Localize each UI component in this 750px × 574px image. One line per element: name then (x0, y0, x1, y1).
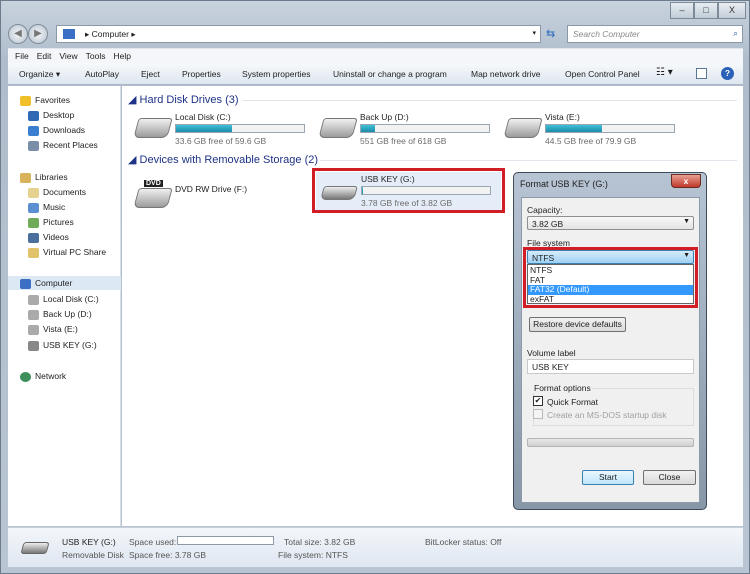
breadcrumb-computer[interactable]: Computer (92, 29, 129, 39)
search-input[interactable]: Search Computer ⌕ (567, 25, 743, 43)
hard-drive-icon (503, 118, 543, 138)
usage-bar (360, 124, 490, 133)
menu-view[interactable]: View (58, 49, 78, 64)
address-bar[interactable]: ▸ Computer ▸ ▾ (56, 25, 541, 43)
group-removable-storage[interactable]: ◢ Devices with Removable Storage (2) (128, 153, 318, 166)
documents-icon (28, 187, 39, 198)
highlight-box (312, 168, 505, 213)
usage-bar (175, 124, 305, 133)
group-hard-disk-drives[interactable]: ◢ Hard Disk Drives (3) (128, 93, 239, 106)
nav-libraries[interactable]: Libraries (20, 170, 132, 184)
usage-bar (545, 124, 675, 133)
preview-pane-icon[interactable] (696, 68, 707, 79)
autoplay-button[interactable]: AutoPlay (85, 69, 119, 79)
network-icon (20, 371, 31, 382)
nav-favorites[interactable]: Favorites (20, 93, 132, 107)
minimize-button[interactable]: – (670, 2, 694, 19)
computer-icon (20, 278, 31, 289)
menu-tools[interactable]: Tools (85, 49, 107, 64)
eject-button[interactable]: Eject (141, 69, 160, 79)
music-icon (28, 202, 39, 213)
nav-computer[interactable]: Computer (8, 276, 121, 290)
nav-network[interactable]: Network (20, 369, 132, 383)
drive-icon (28, 309, 39, 320)
usb-drive-icon (20, 542, 50, 554)
msdos-startup-checkbox[interactable] (533, 409, 543, 419)
drive-icon (28, 294, 39, 305)
divider (242, 100, 737, 101)
menu-file[interactable]: File (14, 49, 30, 64)
computer-icon (63, 29, 75, 39)
recent-places-icon (28, 140, 39, 151)
folder-icon (28, 247, 39, 258)
view-options-icon[interactable]: ☷ ▾ (656, 67, 673, 78)
usb-drive-icon (28, 340, 39, 351)
menu-edit[interactable]: Edit (36, 49, 53, 64)
libraries-icon (20, 172, 31, 183)
back-button[interactable]: ◀ (8, 24, 28, 44)
windows-drive-icon (133, 118, 173, 138)
star-icon (20, 95, 31, 106)
dvd-drive-icon (133, 188, 173, 208)
format-options-group (533, 388, 694, 426)
menu-bar: File Edit View Tools Help (8, 48, 743, 63)
map-network-drive-button[interactable]: Map network drive (471, 69, 540, 79)
divider (320, 160, 737, 161)
close-button[interactable]: X (718, 2, 746, 19)
drive-back-up-d[interactable]: Back Up (D:) 551 GB free of 618 GB (315, 110, 500, 150)
help-icon[interactable]: ? (721, 67, 734, 80)
search-icon: ⌕ (733, 28, 738, 38)
drive-dvd-rw-f[interactable]: DVD DVD RW Drive (F:) (130, 172, 315, 212)
details-pane: USB KEY (G:) Removable Disk Space used: … (8, 527, 743, 567)
open-control-panel-button[interactable]: Open Control Panel (565, 69, 640, 79)
desktop-icon (28, 110, 39, 121)
space-used-bar (177, 536, 274, 545)
command-bar: Organize ▾ AutoPlay Eject Properties Sys… (8, 63, 743, 85)
videos-icon (28, 232, 39, 243)
dialog-close-button[interactable]: x (671, 174, 701, 188)
format-dialog: Format USB KEY (G:) x Capacity: 3.82 GB ▼… (513, 172, 707, 510)
uninstall-program-button[interactable]: Uninstall or change a program (333, 69, 447, 79)
menu-help[interactable]: Help (112, 49, 131, 64)
breadcrumb-sep: ▸ (85, 29, 92, 39)
start-button[interactable]: Start (582, 470, 634, 485)
maximize-button[interactable]: □ (694, 2, 718, 19)
capacity-select[interactable]: 3.82 GB ▼ (527, 216, 694, 230)
downloads-icon (28, 125, 39, 136)
dialog-close-btn[interactable]: Close (643, 470, 696, 485)
chevron-down-icon[interactable]: ▾ (532, 29, 536, 37)
format-progress-bar (527, 438, 694, 447)
navigation-pane: Favorites Desktop Downloads Recent Place… (8, 86, 121, 526)
properties-button[interactable]: Properties (182, 69, 221, 79)
volume-label-input[interactable]: USB KEY (527, 359, 694, 374)
drive-vista-e[interactable]: Vista (E:) 44.5 GB free of 79.9 GB (500, 110, 685, 150)
highlight-box (523, 247, 698, 308)
dialog-title: Format USB KEY (G:) (520, 179, 608, 189)
quick-format-checkbox[interactable]: ✔ (533, 396, 543, 406)
chevron-down-icon: ▼ (683, 218, 690, 225)
organize-button[interactable]: Organize ▾ (19, 69, 60, 80)
forward-button[interactable]: ▶ (28, 24, 48, 44)
refresh-icon[interactable]: ⇆ (546, 27, 555, 40)
system-properties-button[interactable]: System properties (242, 69, 311, 79)
drive-local-disk-c[interactable]: Local Disk (C:) 33.6 GB free of 59.6 GB (130, 110, 315, 150)
pictures-icon (28, 217, 39, 228)
drive-icon (28, 324, 39, 335)
hard-drive-icon (318, 118, 358, 138)
restore-defaults-button[interactable]: Restore device defaults (529, 317, 626, 332)
